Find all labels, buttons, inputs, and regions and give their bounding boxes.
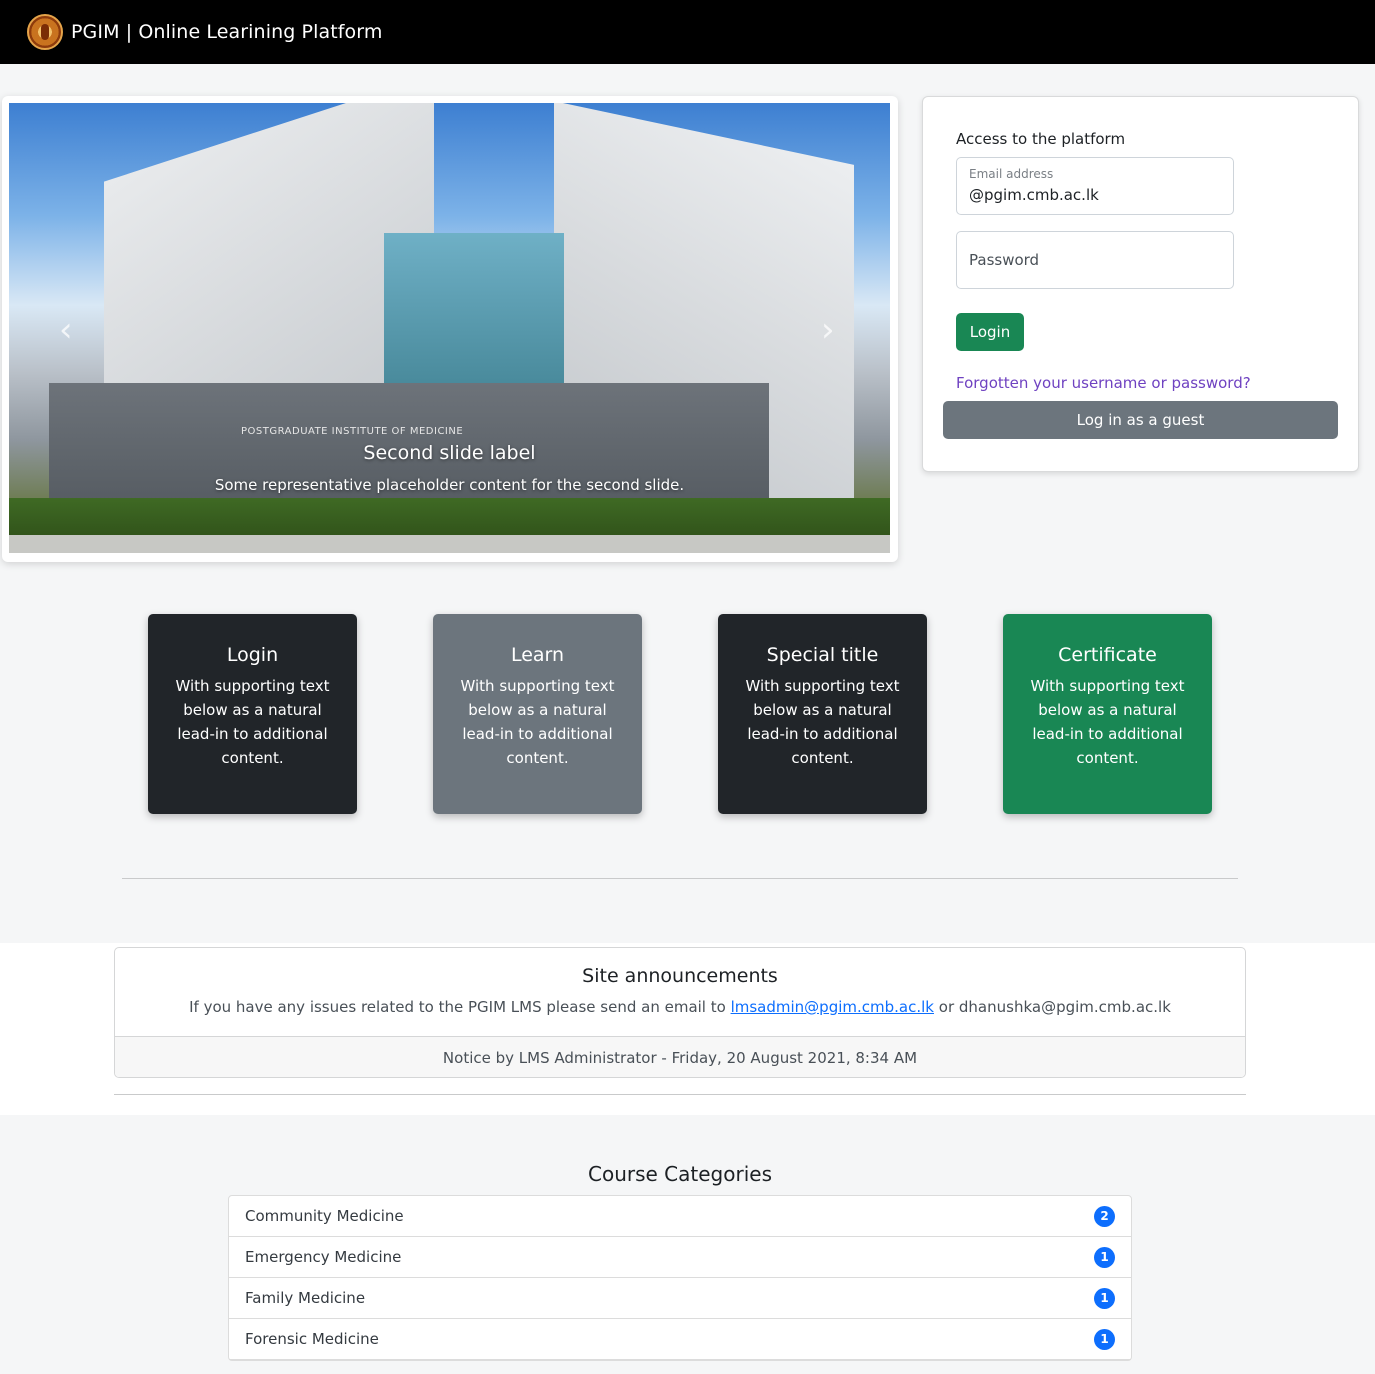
category-count-badge: 1	[1094, 1246, 1115, 1268]
feature-card-title: Login	[226, 644, 279, 666]
password-field[interactable]: Password	[956, 231, 1234, 289]
login-heading: Access to the platform	[956, 130, 1126, 148]
guest-login-button[interactable]: Log in as a guest	[943, 401, 1338, 439]
feature-card-text: With supporting text below as a natural …	[745, 677, 900, 767]
category-count-badge: 1	[1094, 1287, 1115, 1309]
carousel-prev-icon[interactable]: ‹	[59, 313, 73, 347]
feature-card-title: Certificate	[1058, 644, 1157, 666]
divider	[122, 878, 1238, 879]
carousel-slide: POSTGRADUATE INSTITUTE OF MEDICINE ‹ › S…	[9, 103, 890, 553]
course-category-list: Community Medicine 2 Emergency Medicine …	[228, 1195, 1132, 1361]
building-sign: POSTGRADUATE INSTITUTE OF MEDICINE	[241, 426, 464, 437]
category-count-badge: 2	[1094, 1205, 1115, 1227]
category-name[interactable]: Family Medicine	[245, 1289, 365, 1307]
announcements-body-suffix: dhanushka@pgim.cmb.ac.lk	[958, 998, 1171, 1016]
top-navbar: PGIM | Online Learining Platform	[0, 0, 1375, 64]
feature-card-title: Special title	[766, 644, 879, 666]
carousel-caption-title: Second slide label	[363, 442, 536, 464]
site-announcements-card: Site announcements If you have any issue…	[114, 947, 1246, 1078]
feature-card-text: With supporting text below as a natural …	[1030, 677, 1185, 767]
login-button[interactable]: Login	[956, 313, 1024, 351]
category-name[interactable]: Emergency Medicine	[245, 1248, 401, 1266]
forgot-password-link[interactable]: Forgotten your username or password?	[956, 374, 1251, 392]
category-item-emergency-medicine[interactable]: Emergency Medicine 1	[229, 1237, 1131, 1278]
divider	[114, 1094, 1246, 1095]
category-item-family-medicine[interactable]: Family Medicine 1	[229, 1278, 1131, 1319]
feature-card-title: Learn	[510, 644, 565, 666]
pgim-logo-icon[interactable]	[27, 14, 63, 50]
announcements-body: If you have any issues related to the PG…	[115, 998, 1245, 1016]
email-value[interactable]: @pgim.cmb.ac.lk	[969, 186, 1099, 204]
feature-card-login[interactable]: Login With supporting text below as a na…	[148, 614, 357, 814]
email-field[interactable]: Email address @pgim.cmb.ac.lk	[956, 157, 1234, 215]
carousel-caption-text: Some representative placeholder content …	[214, 476, 685, 494]
admin-email-link[interactable]: lmsadmin@pgim.cmb.ac.lk	[731, 998, 934, 1016]
announcements-body-prefix: If you have any issues related to the PG…	[189, 998, 726, 1016]
course-categories-heading: Course Categories	[588, 1162, 772, 1186]
ground	[9, 535, 890, 553]
login-card: Access to the platform Email address @pg…	[922, 96, 1359, 472]
feature-card-certificate[interactable]: Certificate With supporting text below a…	[1003, 614, 1212, 814]
feature-card-special[interactable]: Special title With supporting text below…	[718, 614, 927, 814]
carousel-next-icon[interactable]: ›	[821, 313, 835, 347]
category-item-forensic-medicine[interactable]: Forensic Medicine 1	[229, 1319, 1131, 1360]
site-title[interactable]: PGIM | Online Learining Platform	[71, 21, 382, 43]
announcement-footer: Notice by LMS Administrator - Friday, 20…	[115, 1036, 1245, 1077]
image-carousel: POSTGRADUATE INSTITUTE OF MEDICINE ‹ › S…	[2, 96, 898, 562]
category-name[interactable]: Forensic Medicine	[245, 1330, 379, 1348]
password-placeholder: Password	[969, 251, 1040, 269]
announcements-title: Site announcements	[582, 965, 778, 987]
feature-card-text: With supporting text below as a natural …	[460, 677, 615, 767]
category-name[interactable]: Community Medicine	[245, 1207, 404, 1225]
category-count-badge: 1	[1094, 1328, 1115, 1350]
email-label: Email address	[969, 167, 1054, 181]
feature-card-text: With supporting text below as a natural …	[175, 677, 330, 767]
category-item-community-medicine[interactable]: Community Medicine 2	[229, 1196, 1131, 1237]
feature-card-learn[interactable]: Learn With supporting text below as a na…	[433, 614, 642, 814]
announcements-body-middle: or	[938, 998, 955, 1016]
